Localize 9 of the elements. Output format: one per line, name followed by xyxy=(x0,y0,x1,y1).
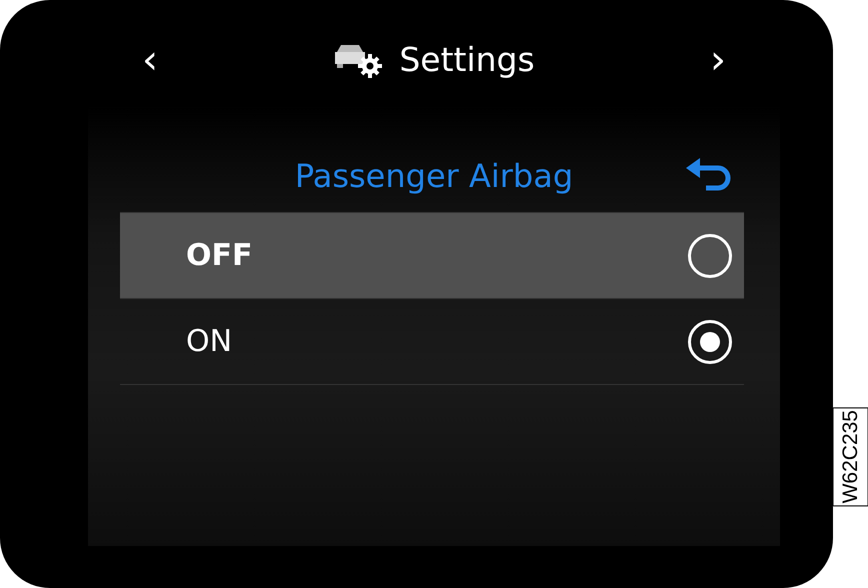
previous-button[interactable]: ‹ xyxy=(136,40,164,80)
next-button[interactable]: › xyxy=(704,40,732,80)
figure-code: W62C235 xyxy=(832,406,868,506)
radio-button[interactable] xyxy=(688,320,732,364)
option-row[interactable]: OFF xyxy=(120,212,744,298)
menu-title: Passenger Airbag xyxy=(294,156,574,197)
radio-button[interactable] xyxy=(688,234,732,278)
screen-title: Settings xyxy=(399,39,535,82)
car-settings-icon xyxy=(333,42,384,78)
